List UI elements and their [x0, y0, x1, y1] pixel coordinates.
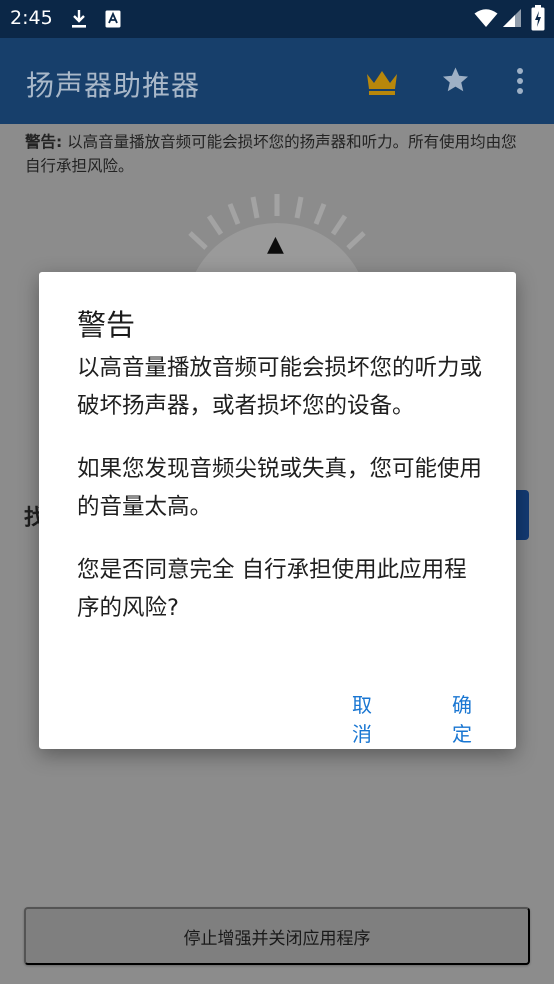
battery-charging-icon: [531, 5, 545, 31]
warning-label: 警告:: [25, 133, 63, 151]
cancel-button[interactable]: 取消: [352, 689, 372, 747]
star-icon[interactable]: [440, 65, 471, 95]
knob-pointer-icon: ▲: [267, 232, 284, 257]
dialog-title: 警告: [77, 308, 136, 342]
warning-text: 以高音量播放音频可能会损坏您的扬声器和听力。所有使用均由您自行承担风险。: [25, 133, 517, 175]
dialog-paragraph: 如果您发现音频尖锐或失真，您可能使用的音量太高。: [77, 456, 483, 520]
dialog-paragraph: 以高音量播放音频可能会损坏您的听力或破坏扬声器，或者损坏您的设备。: [77, 355, 483, 419]
warning-dialog: 警告 以高音量播放音频可能会损坏您的听力或破坏扬声器，或者损坏您的设备。 如果您…: [39, 272, 516, 749]
stop-and-close-button[interactable]: 停止增强并关闭应用程序: [24, 907, 530, 965]
status-time: 2:45: [10, 7, 53, 29]
dialog-paragraph: 您是否同意完全 自行承担使用此应用程序的风险?: [77, 557, 467, 621]
more-vert-icon[interactable]: [514, 67, 526, 95]
boost-button-fragment: [514, 490, 529, 540]
font-access-icon: [105, 10, 121, 28]
confirm-button[interactable]: 确定: [452, 689, 472, 747]
app-bar: 扬声器助推器: [0, 38, 554, 124]
crown-icon[interactable]: [365, 68, 399, 96]
warning-notice: 警告: 以高音量播放音频可能会损坏您的扬声器和听力。所有使用均由您自行承担风险。: [25, 130, 525, 178]
dialog-body: 以高音量播放音频可能会损坏您的听力或破坏扬声器，或者损坏您的设备。 如果您发现音…: [77, 350, 487, 653]
wifi-icon: [474, 9, 498, 27]
download-icon: [72, 10, 86, 28]
app-title: 扬声器助推器: [26, 69, 201, 102]
signal-icon: [503, 9, 521, 27]
status-bar: 2:45: [0, 0, 554, 38]
